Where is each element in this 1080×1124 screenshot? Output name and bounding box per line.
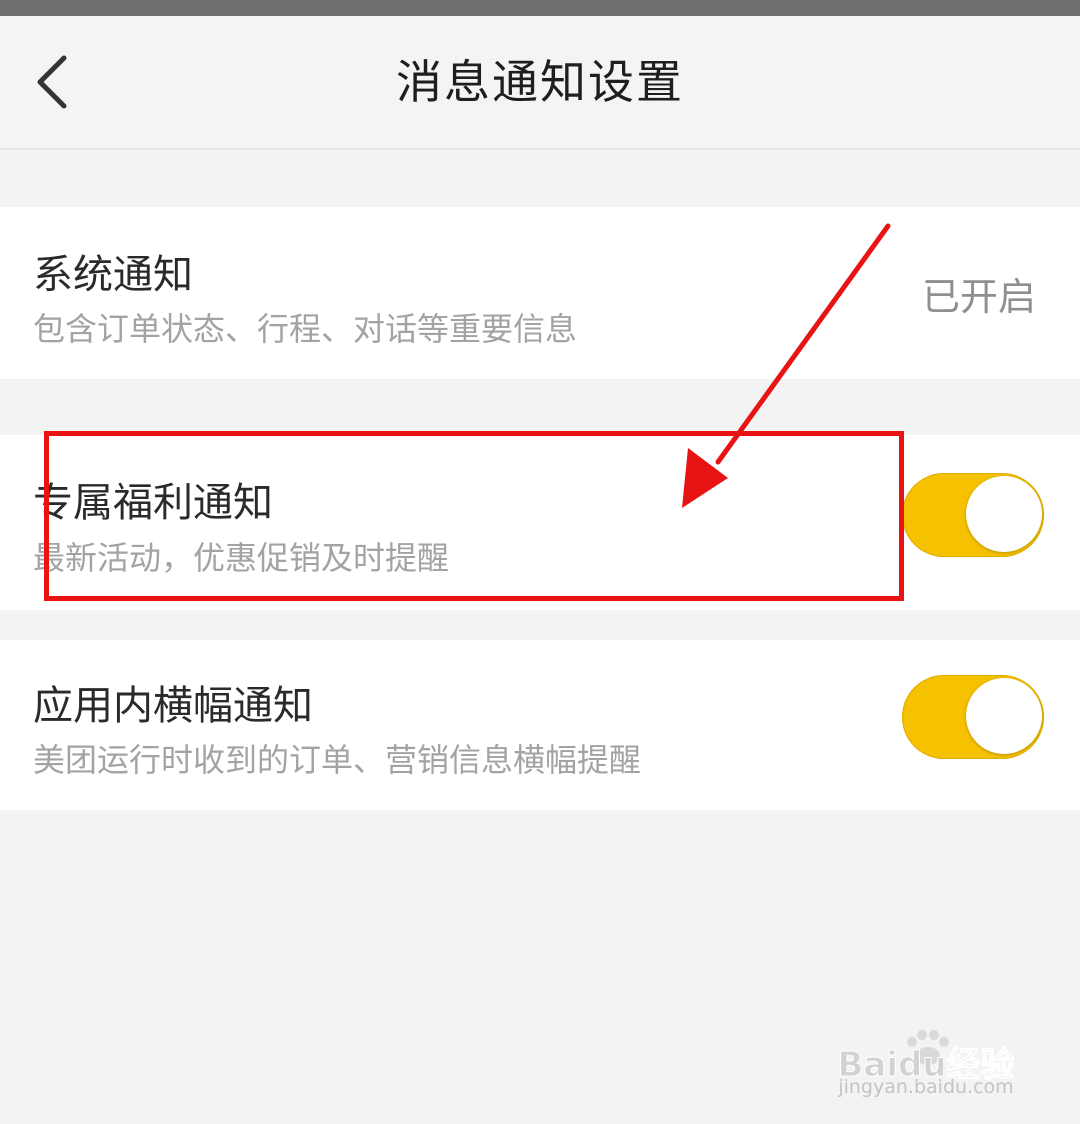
watermark-url: jingyan.baidu.com <box>838 1076 1014 1098</box>
setting-description: 美团运行时收到的订单、营销信息横幅提醒 <box>33 741 642 779</box>
setting-description: 包含订单状态、行程、对话等重要信息 <box>33 310 578 348</box>
baidu-jingyan-watermark: Baidu经验 jingyan.baidu.com <box>826 1002 1026 1102</box>
navigation-bar: 消息通知设置 <box>0 16 1080 150</box>
toggle-knob <box>966 678 1042 754</box>
status-bar-strip <box>0 0 1080 16</box>
setting-title: 系统通知 <box>33 252 193 298</box>
toggle-knob <box>966 476 1042 552</box>
setting-row-system-notification[interactable]: 系统通知 包含订单状态、行程、对话等重要信息 已开启 <box>0 207 1080 379</box>
setting-status: 已开启 <box>921 275 1036 319</box>
page-title: 消息通知设置 <box>396 55 684 109</box>
banner-notification-toggle[interactable] <box>902 675 1044 759</box>
setting-title: 应用内横幅通知 <box>33 683 313 729</box>
setting-row-in-app-banner: 应用内横幅通知 美团运行时收到的订单、营销信息横幅提醒 <box>0 640 1080 810</box>
benefit-notification-toggle[interactable] <box>902 473 1044 557</box>
baidu-paw-logo-icon: Baidu经验 <box>837 1030 1015 1080</box>
annotation-highlight-box <box>44 431 904 601</box>
